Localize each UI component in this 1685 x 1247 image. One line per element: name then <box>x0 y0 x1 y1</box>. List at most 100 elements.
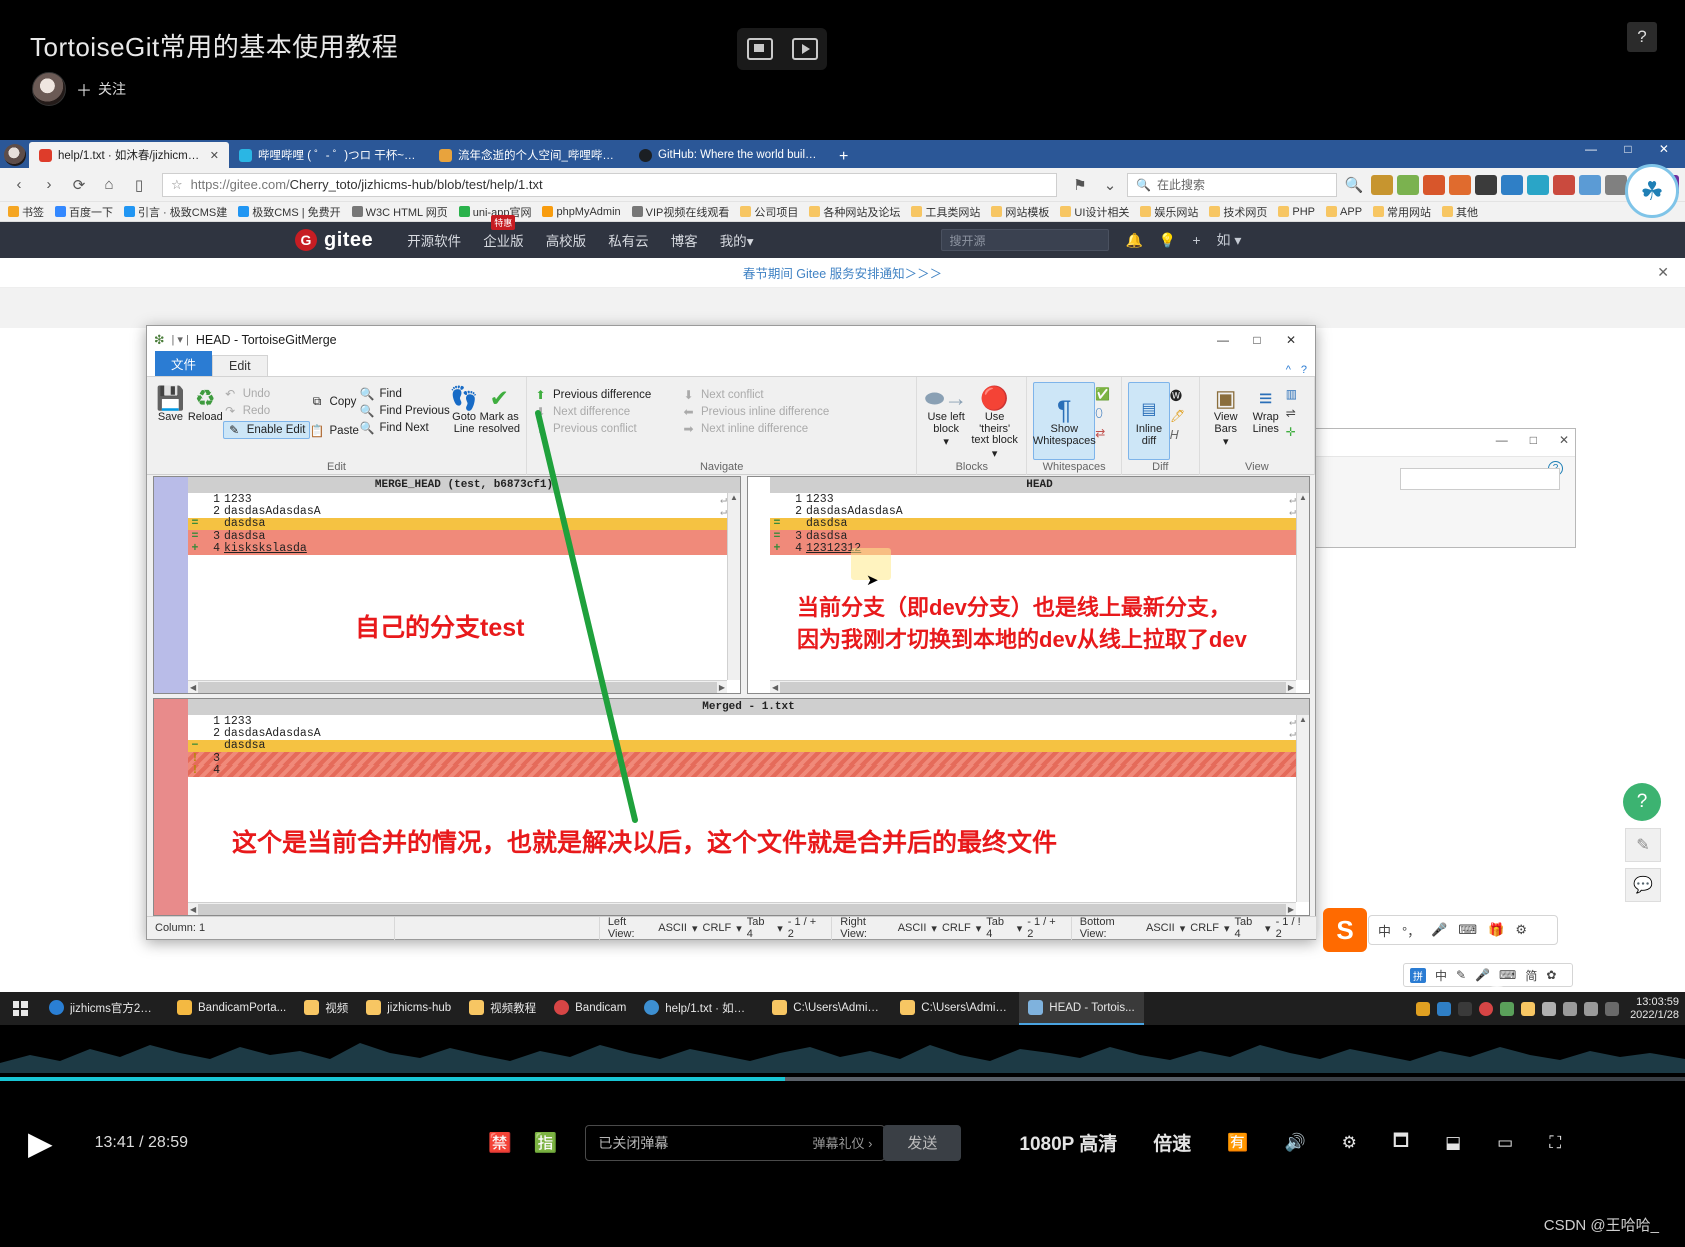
chevron-down-icon[interactable]: ▾ <box>1223 437 1229 449</box>
highlighter-icon[interactable]: 🖊 <box>1170 409 1185 423</box>
danmaku-etiquette-link[interactable]: 弹幕礼仪 › <box>812 1133 872 1152</box>
gitee-nav-edu[interactable]: 高校版 <box>546 230 587 250</box>
quick-access-toolbar[interactable]: | ▾ | <box>171 333 188 346</box>
swap-arrows-icon[interactable]: ⇌ <box>1286 406 1297 420</box>
shield-icon[interactable] <box>1416 1001 1431 1016</box>
h-italic-icon[interactable]: 𝐻 <box>1170 428 1185 443</box>
quality-selector[interactable]: 1080P 高清 <box>1019 1129 1117 1156</box>
tab-value[interactable]: Tab 4 <box>747 916 772 940</box>
bookmark-item[interactable]: 各种网站及论坛 <box>809 204 900 220</box>
chevron-down-icon[interactable]: ▾ <box>777 922 783 935</box>
bookmark-star-icon[interactable]: ☆ <box>171 177 183 193</box>
status-right-view[interactable]: Right View: ASCII ▾ CRLF ▾ Tab 4 ▾ - 1 / + … <box>832 916 1072 940</box>
redo-button[interactable]: ↷ Redo <box>223 404 310 418</box>
bookmark-item[interactable]: 书签 <box>8 204 44 220</box>
bookmark-item[interactable]: 其他 <box>1442 204 1478 220</box>
subtitle-icon[interactable]: 🈶 <box>1227 1133 1248 1153</box>
taskbar-item[interactable]: Bandicam <box>545 992 635 1025</box>
bookmark-item[interactable]: 网站模板 <box>991 204 1049 220</box>
browser-profile-icon[interactable] <box>4 144 26 166</box>
tab-file[interactable]: 文件 <box>155 351 213 376</box>
ime-lang-label[interactable]: 中 <box>1435 967 1447 984</box>
scroll-right-icon[interactable]: ▶ <box>719 683 725 692</box>
chevron-down-icon[interactable]: ▾ <box>1224 922 1230 935</box>
bookmark-item[interactable]: 技术网页 <box>1209 204 1267 220</box>
view-bars-button[interactable]: ▣ View Bars ▾ <box>1206 382 1246 449</box>
bookmark-item[interactable]: APP <box>1326 206 1362 218</box>
left-pane-code[interactable]: 1 1233 ↵ 2 dasdasAdasdasA ↵ = dasdsa = 3 dasdsa… <box>188 493 727 680</box>
search-go-icon[interactable]: 🔍 <box>1341 172 1367 198</box>
bell-icon[interactable]: 🔔 <box>1125 232 1142 249</box>
swap-red-icon[interactable]: ⇄ <box>1095 426 1110 440</box>
browser-search-input[interactable]: 🔍 在此搜索 <box>1127 172 1337 197</box>
ime-pen-icon[interactable]: ✎ <box>1456 968 1466 982</box>
inline-diff-toggle[interactable]: ▤ Inline diff <box>1127 382 1170 460</box>
bookmark-item[interactable]: 极致CMS | 免费开 <box>238 204 341 220</box>
record-icon[interactable] <box>1479 1001 1494 1016</box>
gitee-logo[interactable]: G gitee <box>295 229 373 252</box>
mic-icon[interactable] <box>1542 1001 1557 1016</box>
gitee-nav-opensource[interactable]: 开源软件 <box>407 230 461 250</box>
gitee-nav-mine[interactable]: 我的▾ <box>720 230 754 250</box>
tab-edit[interactable]: Edit <box>212 355 268 376</box>
comment-icon[interactable]: 💬 <box>1625 868 1661 902</box>
merged-locator-bar[interactable] <box>154 699 188 915</box>
scroll-thumb[interactable] <box>198 681 717 693</box>
send-danmaku-button[interactable]: 发送 <box>883 1124 962 1161</box>
gitee-search-input[interactable]: 搜开源 <box>941 229 1110 251</box>
ime-settings-icon[interactable]: ⚙ <box>1515 922 1527 938</box>
chevron-down-icon[interactable]: ▾ <box>1017 922 1023 935</box>
close-icon[interactable]: ✕ <box>1657 264 1669 281</box>
ime-gift-icon[interactable]: 🎁 <box>1488 922 1504 938</box>
help-icon[interactable]: ? <box>1627 22 1657 52</box>
paste-button[interactable]: 📋 Paste <box>310 424 360 438</box>
copy-button[interactable]: ⧉ Copy <box>310 394 360 409</box>
scroll-up-icon[interactable]: ▲ <box>1297 715 1309 728</box>
bookmark-item[interactable]: phpMyAdmin <box>542 206 621 218</box>
encoding-value[interactable]: ASCII <box>658 922 687 934</box>
ext-icon-3[interactable] <box>1423 174 1445 195</box>
chevron-down-icon[interactable]: ▾ <box>1180 922 1186 935</box>
taskbar-item[interactable]: 视频 <box>295 992 357 1025</box>
eol-value[interactable]: CRLF <box>703 922 732 934</box>
taskbar-item[interactable]: 视频教程 <box>460 992 545 1025</box>
previous-conflict-button[interactable]: ⬆ Previous conflict <box>533 422 681 436</box>
circle-blue-icon[interactable]: ⬯ <box>1095 406 1110 421</box>
follow-button[interactable]: ＋ 关注 <box>76 77 126 101</box>
bookmark-item[interactable]: 常用网站 <box>1373 204 1431 220</box>
columns-icon[interactable]: ▥ <box>1286 387 1297 401</box>
ext-icon-1[interactable] <box>1371 174 1393 195</box>
use-left-block-button[interactable]: ⬬→ Use left block ▾ <box>923 382 969 449</box>
web-fullscreen-icon[interactable]: ⬓ <box>1445 1133 1461 1153</box>
network-icon[interactable] <box>1563 1001 1578 1016</box>
taskbar-item[interactable]: C:\Users\Admin... <box>891 992 1019 1025</box>
bookmark-item[interactable]: 娱乐网站 <box>1140 204 1198 220</box>
eol-value[interactable]: CRLF <box>942 922 971 934</box>
wrap-lines-button[interactable]: ≡ Wrap Lines <box>1246 382 1286 435</box>
explorer-window-controls[interactable]: — □ ✕ <box>1496 433 1569 447</box>
scroll-up-icon[interactable]: ▲ <box>1297 493 1309 506</box>
eol-value[interactable]: CRLF <box>1190 922 1219 934</box>
tab-value[interactable]: Tab 4 <box>1235 916 1261 940</box>
address-bar[interactable]: ☆ https://gitee.com/Cherry_toto/jizhicms… <box>162 172 1057 197</box>
browser-tab-3[interactable]: GitHub: Where the world builds so <box>629 142 829 168</box>
bookmark-item[interactable]: PHP <box>1278 206 1315 218</box>
chevron-down-icon[interactable]: ⌄ <box>1097 172 1123 198</box>
taskbar-item[interactable]: BandicamPorta... <box>168 992 295 1025</box>
reader-view-icon[interactable]: ▯ <box>126 172 152 198</box>
chevron-down-icon[interactable]: ▾ <box>736 922 742 935</box>
bookmark-item[interactable]: 工具类网站 <box>911 204 980 220</box>
gitee-nav-privatecloud[interactable]: 私有云 <box>608 230 649 250</box>
e-icon[interactable] <box>1437 1001 1452 1016</box>
ext-icon-4[interactable] <box>1449 174 1471 195</box>
left-pane-hscrollbar[interactable]: ◀ ▶ <box>188 680 727 693</box>
browser-tab-0[interactable]: help/1.txt · 如沐春/jizhicms-hub - ✕ <box>29 142 229 168</box>
status-bottom-view[interactable]: Bottom View: ASCII ▾ CRLF ▾ Tab 4 ▾ - 1 / !… <box>1072 916 1317 940</box>
clip-icon[interactable] <box>791 38 818 60</box>
ime-keyboard-icon[interactable]: ⌨ <box>1458 922 1477 938</box>
right-diff-pane[interactable]: HEAD 1 1233 ↵ 2 dasdasAdasdasA ↵ = dasdsa = 3 d… <box>747 476 1310 694</box>
flag-icon[interactable]: ⚑ <box>1067 172 1093 198</box>
bookmark-item[interactable]: 公司项目 <box>740 204 798 220</box>
undo-button[interactable]: ↶ Undo <box>223 387 310 401</box>
chevron-down-icon[interactable]: ▾ <box>931 922 937 935</box>
